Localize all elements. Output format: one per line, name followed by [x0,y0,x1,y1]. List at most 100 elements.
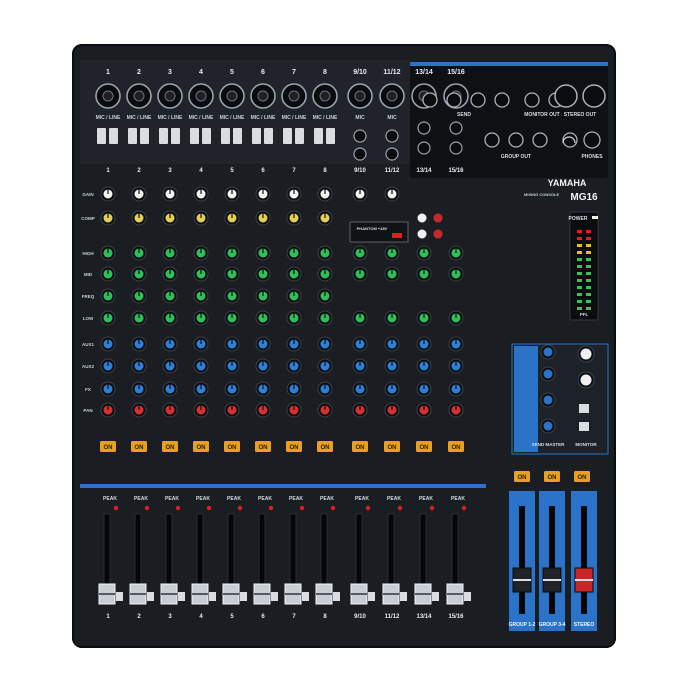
fx-knob[interactable] [193,381,209,397]
output-jack[interactable] [524,92,540,108]
hi-knob[interactable] [286,245,302,261]
stereo-out-xlr-r[interactable] [582,84,606,108]
comp-knob[interactable] [317,210,333,226]
mid-knob[interactable] [100,266,116,282]
low-knob[interactable] [100,310,116,326]
line-input-jack[interactable] [385,129,399,143]
aux2-knob[interactable] [352,358,368,374]
hi-knob[interactable] [317,245,333,261]
pan-knob[interactable] [224,402,240,418]
hpf-switch[interactable] [295,128,304,144]
line-input-jack[interactable] [417,141,431,155]
aux2-knob[interactable] [416,358,432,374]
comp-knob[interactable] [162,210,178,226]
mid-knob[interactable] [352,266,368,282]
pfl-button[interactable] [333,592,340,601]
fx-knob[interactable] [448,381,464,397]
pad-switch[interactable] [190,128,199,144]
gain-knob[interactable] [193,186,209,202]
aux1-knob[interactable] [384,336,400,352]
hi-knob[interactable] [352,245,368,261]
pfl-button[interactable] [271,592,278,601]
gain-knob[interactable] [131,186,147,202]
gain-knob[interactable] [317,186,333,202]
hi-knob[interactable] [162,245,178,261]
freq-knob[interactable] [193,288,209,304]
line-input-jack[interactable] [385,147,399,161]
aux1-knob[interactable] [131,336,147,352]
on-button-ch10[interactable]: ON [384,441,400,452]
rca-input-jack[interactable] [416,228,428,240]
hi-knob[interactable] [255,245,271,261]
gain-knob[interactable] [352,186,368,202]
hpf-switch[interactable] [326,128,335,144]
gain-knob[interactable] [286,186,302,202]
aux2-knob[interactable] [255,358,271,374]
aux2-knob[interactable] [131,358,147,374]
pan-knob[interactable] [100,402,116,418]
fx-knob[interactable] [317,381,333,397]
pan-knob[interactable] [317,402,333,418]
pan-knob[interactable] [193,402,209,418]
comp-knob[interactable] [224,210,240,226]
aux1-knob[interactable] [416,336,432,352]
on-button-ch3[interactable]: ON [162,441,178,452]
output-jack[interactable] [494,92,510,108]
gain-knob[interactable] [224,186,240,202]
pfl-button[interactable] [116,592,123,601]
low-knob[interactable] [317,310,333,326]
master-on-button-2[interactable]: ON [544,471,560,482]
fx-knob[interactable] [100,381,116,397]
master-switch[interactable] [579,422,589,431]
fx-knob[interactable] [416,381,432,397]
aux2-knob[interactable] [317,358,333,374]
pan-knob[interactable] [384,402,400,418]
pad-switch[interactable] [314,128,323,144]
aux2-knob[interactable] [224,358,240,374]
fx-knob[interactable] [162,381,178,397]
stereo-out-xlr-l[interactable] [554,84,578,108]
pfl-button[interactable] [178,592,185,601]
hi-knob[interactable] [193,245,209,261]
master-knob-6[interactable] [577,371,595,389]
aux1-knob[interactable] [286,336,302,352]
comp-knob[interactable] [255,210,271,226]
hi-knob[interactable] [448,245,464,261]
on-button-ch6[interactable]: ON [255,441,271,452]
aux2-knob[interactable] [100,358,116,374]
mid-knob[interactable] [224,266,240,282]
output-jack[interactable] [470,92,486,108]
pan-knob[interactable] [448,402,464,418]
low-knob[interactable] [255,310,271,326]
master-switch[interactable] [579,404,589,413]
comp-knob[interactable] [100,210,116,226]
pan-knob[interactable] [255,402,271,418]
pfl-button[interactable] [464,592,471,601]
phantom-switch[interactable] [392,233,402,238]
aux1-knob[interactable] [352,336,368,352]
on-button-ch1[interactable]: ON [100,441,116,452]
aux1-knob[interactable] [255,336,271,352]
hi-knob[interactable] [384,245,400,261]
pad-switch[interactable] [252,128,261,144]
mid-knob[interactable] [448,266,464,282]
on-button-ch11[interactable]: ON [416,441,432,452]
phones-jack[interactable] [583,131,601,149]
pan-knob[interactable] [131,402,147,418]
comp-knob[interactable] [286,210,302,226]
on-button-ch9[interactable]: ON [352,441,368,452]
freq-knob[interactable] [317,288,333,304]
aux1-knob[interactable] [193,336,209,352]
aux2-knob[interactable] [448,358,464,374]
pad-switch[interactable] [283,128,292,144]
fx-knob[interactable] [224,381,240,397]
gain-knob[interactable] [162,186,178,202]
line-input-jack[interactable] [449,121,463,135]
line-input-jack[interactable] [417,121,431,135]
fx-knob[interactable] [255,381,271,397]
master-knob-3[interactable] [540,392,556,408]
output-jack[interactable] [508,132,524,148]
on-button-ch8[interactable]: ON [317,441,333,452]
on-button-ch4[interactable]: ON [193,441,209,452]
rca-input-jack[interactable] [432,228,444,240]
